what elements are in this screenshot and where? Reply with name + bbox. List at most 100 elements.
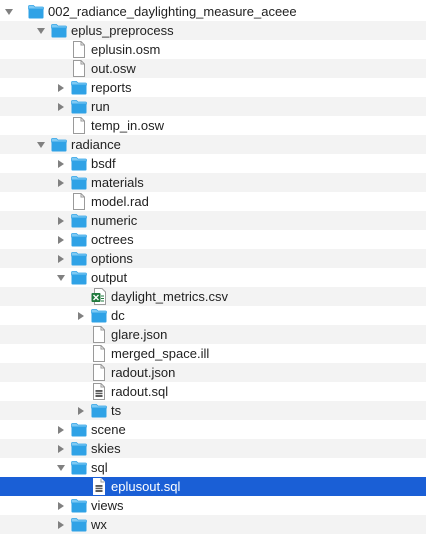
- database-document-icon: [91, 383, 107, 400]
- folder-icon: [51, 136, 67, 153]
- tree-row-folder[interactable]: scene: [0, 420, 426, 439]
- tree-row-folder[interactable]: sql: [0, 458, 426, 477]
- tree-item-label: temp_in.osw: [91, 118, 164, 133]
- folder-icon: [71, 212, 87, 229]
- tree-row-folder[interactable]: numeric: [0, 211, 426, 230]
- folder-icon: [71, 497, 87, 514]
- tree-row-file[interactable]: radout.sql: [0, 382, 426, 401]
- disclosure-triangle-down-icon[interactable]: [56, 463, 66, 473]
- disclosure-triangle-right-icon[interactable]: [56, 520, 66, 530]
- tree-item-label: wx: [91, 517, 107, 532]
- tree-row-folder[interactable]: 002_radiance_daylighting_measure_aceee: [0, 2, 426, 21]
- tree-item-label: bsdf: [91, 156, 116, 171]
- tree-item-label: glare.json: [111, 327, 168, 342]
- tree-item-label: run: [91, 99, 110, 114]
- tree-item-label: materials: [91, 175, 144, 190]
- tree-row-folder[interactable]: reports: [0, 78, 426, 97]
- folder-icon: [71, 421, 87, 438]
- folder-icon: [28, 3, 44, 20]
- tree-row-file[interactable]: temp_in.osw: [0, 116, 426, 135]
- tree-row-folder[interactable]: options: [0, 249, 426, 268]
- document-icon: [91, 364, 107, 381]
- tree-row-folder[interactable]: output: [0, 268, 426, 287]
- folder-icon: [71, 155, 87, 172]
- folder-icon: [91, 307, 107, 324]
- excel-csv-icon: [91, 288, 107, 305]
- disclosure-triangle-right-icon[interactable]: [56, 159, 66, 169]
- document-icon: [91, 326, 107, 343]
- folder-icon: [71, 516, 87, 533]
- database-document-icon: [91, 478, 107, 495]
- tree-row-folder[interactable]: dc: [0, 306, 426, 325]
- document-icon: [71, 60, 87, 77]
- disclosure-triangle-down-icon[interactable]: [36, 26, 46, 36]
- folder-icon: [91, 402, 107, 419]
- tree-item-label: skies: [91, 441, 121, 456]
- tree-item-label: options: [91, 251, 133, 266]
- tree-item-label: scene: [91, 422, 126, 437]
- folder-icon: [71, 440, 87, 457]
- disclosure-triangle-down-icon[interactable]: [56, 273, 66, 283]
- tree-item-label: octrees: [91, 232, 134, 247]
- folder-icon: [71, 174, 87, 191]
- tree-row-folder[interactable]: radiance: [0, 135, 426, 154]
- tree-row-folder[interactable]: views: [0, 496, 426, 515]
- tree-item-label: eplus_preprocess: [71, 23, 174, 38]
- disclosure-triangle-right-icon[interactable]: [56, 83, 66, 93]
- tree-item-label: dc: [111, 308, 125, 323]
- file-tree: 002_radiance_daylighting_measure_aceeeep…: [0, 0, 426, 534]
- tree-item-label: reports: [91, 80, 132, 95]
- tree-row-file[interactable]: eplusout.sql: [0, 477, 426, 496]
- document-icon: [71, 117, 87, 134]
- tree-item-label: numeric: [91, 213, 138, 228]
- tree-row-folder[interactable]: octrees: [0, 230, 426, 249]
- disclosure-triangle-right-icon[interactable]: [56, 444, 66, 454]
- folder-icon: [71, 98, 87, 115]
- tree-item-label: radout.sql: [111, 384, 169, 399]
- tree-item-label: merged_space.ill: [111, 346, 210, 361]
- document-icon: [71, 41, 87, 58]
- disclosure-triangle-right-icon[interactable]: [56, 216, 66, 226]
- tree-item-label: daylight_metrics.csv: [111, 289, 229, 304]
- tree-item-label: views: [91, 498, 124, 513]
- disclosure-triangle-right-icon[interactable]: [56, 178, 66, 188]
- tree-item-label: eplusout.sql: [111, 479, 181, 494]
- disclosure-triangle-right-icon[interactable]: [76, 406, 86, 416]
- tree-row-file[interactable]: radout.json: [0, 363, 426, 382]
- disclosure-triangle-right-icon[interactable]: [56, 425, 66, 435]
- tree-row-file[interactable]: glare.json: [0, 325, 426, 344]
- tree-row-file[interactable]: model.rad: [0, 192, 426, 211]
- tree-item-label: ts: [111, 403, 122, 418]
- tree-row-file[interactable]: out.osw: [0, 59, 426, 78]
- disclosure-triangle-right-icon[interactable]: [56, 254, 66, 264]
- tree-item-label: model.rad: [91, 194, 149, 209]
- tree-row-folder[interactable]: bsdf: [0, 154, 426, 173]
- folder-icon: [71, 250, 87, 267]
- tree-row-folder[interactable]: eplus_preprocess: [0, 21, 426, 40]
- tree-row-file[interactable]: daylight_metrics.csv: [0, 287, 426, 306]
- disclosure-triangle-right-icon[interactable]: [56, 235, 66, 245]
- disclosure-triangle-right-icon[interactable]: [56, 501, 66, 511]
- tree-item-label: radiance: [71, 137, 121, 152]
- tree-item-label: 002_radiance_daylighting_measure_aceee: [48, 4, 297, 19]
- folder-icon: [71, 269, 87, 286]
- tree-row-file[interactable]: eplusin.osm: [0, 40, 426, 59]
- tree-row-folder[interactable]: materials: [0, 173, 426, 192]
- tree-item-label: out.osw: [91, 61, 136, 76]
- tree-row-file[interactable]: merged_space.ill: [0, 344, 426, 363]
- folder-icon: [51, 22, 67, 39]
- tree-row-folder[interactable]: run: [0, 97, 426, 116]
- tree-row-folder[interactable]: skies: [0, 439, 426, 458]
- disclosure-triangle-down-icon[interactable]: [4, 7, 14, 17]
- tree-row-folder[interactable]: ts: [0, 401, 426, 420]
- tree-item-label: eplusin.osm: [91, 42, 161, 57]
- document-icon: [71, 193, 87, 210]
- disclosure-triangle-down-icon[interactable]: [36, 140, 46, 150]
- disclosure-triangle-right-icon[interactable]: [76, 311, 86, 321]
- folder-icon: [71, 459, 87, 476]
- folder-icon: [71, 79, 87, 96]
- tree-row-folder[interactable]: wx: [0, 515, 426, 534]
- document-icon: [91, 345, 107, 362]
- disclosure-triangle-right-icon[interactable]: [56, 102, 66, 112]
- tree-item-label: sql: [91, 460, 108, 475]
